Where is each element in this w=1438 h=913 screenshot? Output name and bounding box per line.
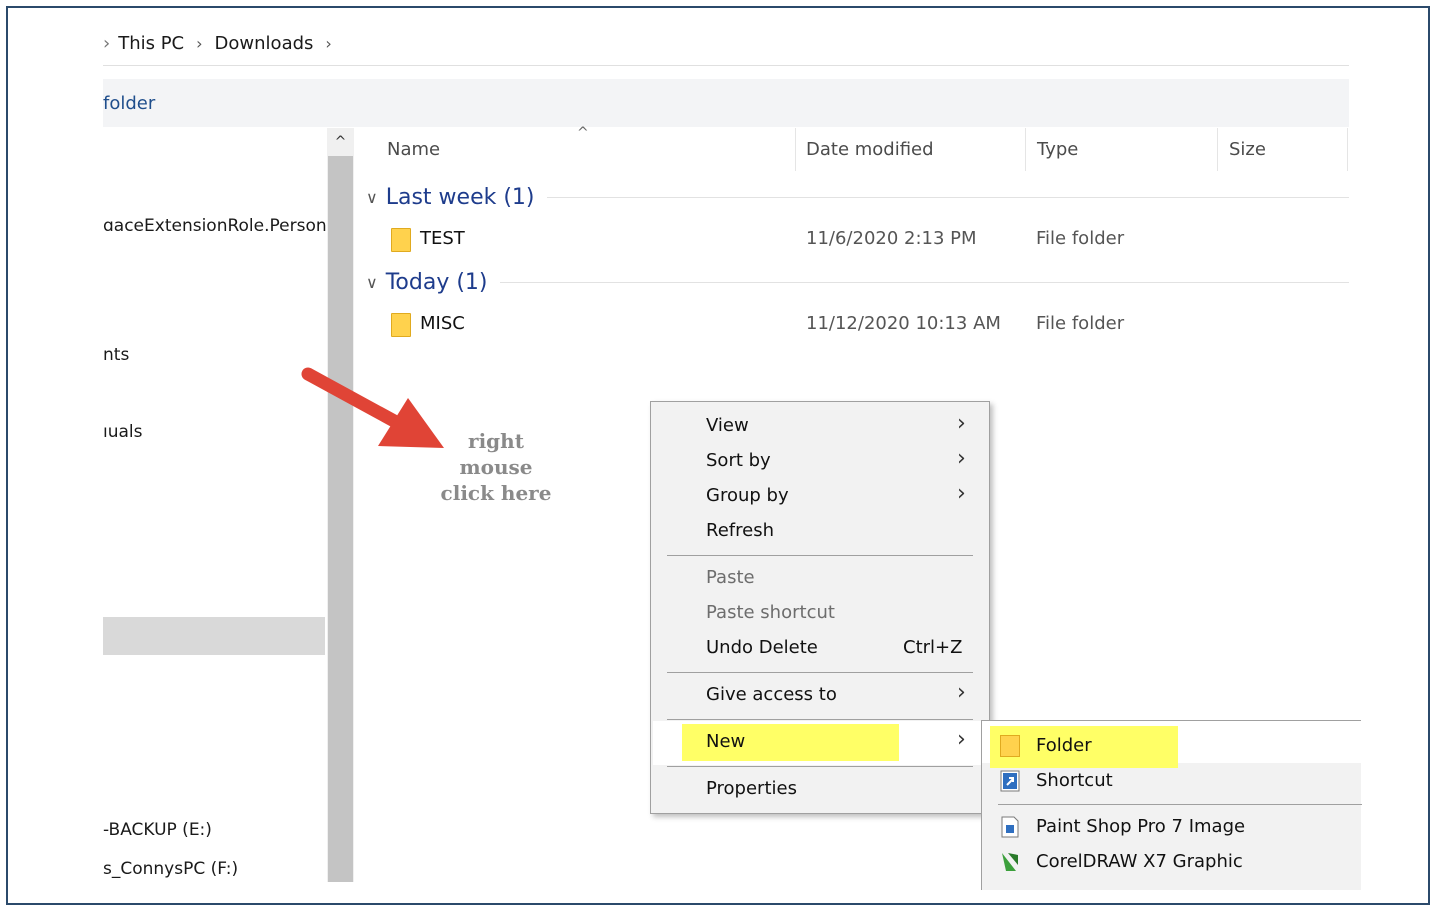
menu-item-label: Properties: [706, 778, 797, 799]
file-name: TEST: [420, 228, 465, 249]
nav-item-persona[interactable]: ɑaceExtensionRole.Persona: [103, 216, 327, 236]
chevron-right-icon: ›: [957, 727, 966, 752]
context-menu: View › Sort by › Group by › Refresh Past…: [650, 401, 990, 814]
menu-separator: [998, 804, 1362, 805]
menu-item-new[interactable]: New ›: [651, 725, 989, 759]
group-header-today[interactable]: ∨ Today (1): [366, 270, 1349, 295]
menu-item-paste[interactable]: Paste: [651, 561, 989, 595]
group-title: Last week (1): [385, 185, 535, 210]
menu-item-refresh[interactable]: Refresh: [651, 514, 989, 548]
folder-icon: [391, 313, 411, 337]
column-header-name[interactable]: Name: [387, 128, 440, 171]
nav-item-manuals[interactable]: ıuals: [103, 422, 143, 442]
new-submenu: Folder Shortcut Paint Shop Pro 7 Image C…: [981, 720, 1362, 890]
chevron-right-icon: ›: [957, 481, 966, 506]
chevron-down-icon: ∨: [366, 188, 378, 207]
file-row[interactable]: TEST 11/6/2020 2:13 PM File folder: [355, 222, 1349, 258]
nav-item-documents[interactable]: nts: [103, 345, 129, 365]
chevron-right-icon: ›: [957, 446, 966, 471]
submenu-item-label: CorelDRAW X7 Graphic: [1036, 851, 1243, 872]
navigation-pane: ɑaceExtensionRole.Persona nts ıuals -BAC…: [103, 128, 327, 882]
menu-item-label: Give access to: [706, 684, 837, 705]
image-file-icon: [1001, 816, 1019, 838]
submenu-item-psp-image[interactable]: Paint Shop Pro 7 Image: [982, 810, 1362, 844]
file-name: MISC: [420, 313, 465, 334]
scroll-up-arrow-icon[interactable]: ^: [327, 128, 354, 156]
column-headers: ^ Name Date modified Type Size: [355, 125, 1349, 171]
annotation-line: click here: [440, 481, 552, 505]
ribbon-bar: folder: [103, 79, 1349, 127]
menu-item-label: Sort by: [706, 450, 771, 471]
nav-scrollbar[interactable]: ^: [327, 128, 354, 882]
breadcrumb-separator-icon: ›: [196, 34, 203, 53]
breadcrumb-downloads[interactable]: Downloads: [215, 33, 314, 54]
annotation-text: right mouse click here: [430, 428, 562, 506]
breadcrumb-lead-chevron[interactable]: ›: [103, 33, 110, 54]
menu-item-properties[interactable]: Properties: [651, 772, 989, 806]
column-divider[interactable]: [1025, 128, 1026, 171]
coreldraw-icon: [1002, 853, 1018, 871]
group-header-last-week[interactable]: ∨ Last week (1): [366, 185, 1349, 210]
menu-item-give-access[interactable]: Give access to ›: [651, 678, 989, 712]
file-date: 11/6/2020 2:13 PM: [806, 228, 977, 249]
group-title: Today (1): [385, 270, 488, 295]
folder-icon: [391, 228, 411, 252]
menu-item-label: Paste shortcut: [706, 602, 835, 623]
menu-item-view[interactable]: View ›: [651, 409, 989, 443]
submenu-item-label: Shortcut: [1036, 770, 1113, 791]
submenu-item-label: Paint Shop Pro 7 Image: [1036, 816, 1246, 837]
menu-item-paste-shortcut[interactable]: Paste shortcut: [651, 596, 989, 630]
breadcrumb: › This PC › Downloads ›: [103, 22, 1349, 66]
chevron-right-icon: ›: [957, 680, 966, 705]
file-date: 11/12/2020 10:13 AM: [806, 313, 1001, 334]
breadcrumb-this-pc[interactable]: This PC: [118, 33, 184, 54]
menu-item-shortcut: Ctrl+Z: [903, 637, 963, 658]
column-divider[interactable]: [1347, 128, 1348, 171]
chevron-right-icon: ›: [957, 411, 966, 436]
nav-item-backup-drive[interactable]: -BACKUP (E:): [103, 820, 212, 840]
file-type: File folder: [1036, 313, 1125, 334]
column-header-date[interactable]: Date modified: [806, 128, 934, 171]
sort-ascending-icon: ^: [577, 125, 589, 141]
breadcrumb-trailing-chevron-icon[interactable]: ›: [325, 34, 331, 53]
group-divider: [499, 282, 1349, 283]
submenu-item-shortcut[interactable]: Shortcut: [982, 764, 1362, 798]
nav-item-f-drive[interactable]: s_ConnysPC (F:): [103, 859, 238, 879]
menu-item-label: New: [706, 731, 746, 752]
menu-item-label: Undo Delete: [706, 637, 818, 658]
annotation-line: right: [468, 429, 524, 453]
submenu-item-folder[interactable]: Folder: [982, 729, 1362, 763]
menu-item-label: View: [706, 415, 749, 436]
column-header-size[interactable]: Size: [1229, 128, 1266, 171]
submenu-item-coreldraw[interactable]: CorelDRAW X7 Graphic: [982, 845, 1362, 879]
menu-item-group-by[interactable]: Group by ›: [651, 479, 989, 513]
submenu-item-label: Folder: [1036, 735, 1092, 756]
menu-item-sort-by[interactable]: Sort by ›: [651, 444, 989, 478]
column-divider[interactable]: [1217, 128, 1218, 171]
menu-separator: [667, 766, 973, 767]
scroll-thumb[interactable]: [328, 156, 353, 882]
menu-item-undo-delete[interactable]: Undo Delete Ctrl+Z: [651, 631, 989, 665]
annotation-line: mouse: [459, 455, 533, 479]
menu-item-label: Paste: [706, 567, 755, 588]
menu-item-label: Refresh: [706, 520, 774, 541]
group-divider: [546, 197, 1349, 198]
file-type: File folder: [1036, 228, 1125, 249]
chevron-down-icon: ∨: [366, 273, 378, 292]
column-header-type[interactable]: Type: [1037, 128, 1078, 171]
ribbon-folder-label[interactable]: folder: [103, 93, 155, 114]
file-row[interactable]: MISC 11/12/2020 10:13 AM File folder: [355, 307, 1349, 343]
column-divider[interactable]: [795, 128, 796, 171]
menu-item-label: Group by: [706, 485, 789, 506]
menu-separator: [667, 719, 973, 720]
shortcut-icon: [1000, 770, 1020, 792]
menu-separator: [667, 672, 973, 673]
menu-separator: [667, 555, 973, 556]
nav-item-selected[interactable]: [103, 617, 325, 655]
folder-icon: [1000, 735, 1020, 757]
